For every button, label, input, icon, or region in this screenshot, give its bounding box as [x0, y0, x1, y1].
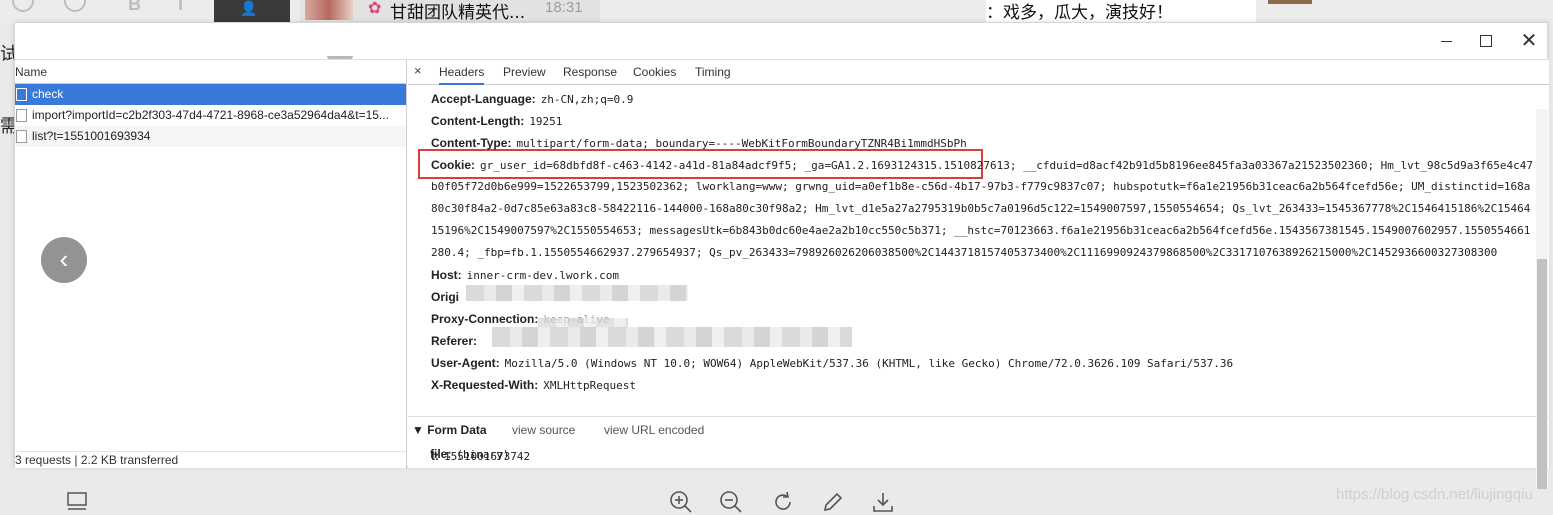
request-row[interactable]: import?importId=c2b2f303-47d4-4721-8968-…	[15, 105, 406, 126]
section-divider	[408, 416, 1549, 417]
request-name: list?t=1551001693934	[32, 129, 151, 143]
form-data-title: ▼ Form Data	[412, 423, 487, 437]
devtools-window: ✕ Name check import?importId=c2b2f303-47…	[14, 22, 1549, 489]
person-icon: 👤	[240, 0, 258, 16]
file-icon	[16, 88, 27, 101]
header-name: Host:	[431, 268, 462, 282]
cookie-line: 15196%2C1549007597%2C1550554653; message…	[431, 224, 1531, 237]
header-value: Mozilla/5.0 (Windows NT 10.0; WOW64) App…	[504, 357, 1234, 370]
tab-cookies[interactable]: Cookies	[633, 60, 676, 85]
form-data-toggle[interactable]: ▼ Form Data	[412, 423, 487, 437]
header-x-requested-with: X-Requested-With: XMLHttpRequest	[431, 378, 636, 392]
header-host: Host: inner-crm-dev.lwork.com	[431, 268, 619, 282]
network-status-bar: 3 requests | 2.2 KB transferred	[15, 451, 406, 468]
conversation-item[interactable]: ✿ 甘甜团队精英代... 18:31	[300, 0, 600, 23]
previous-image-button[interactable]: ‹	[41, 237, 87, 283]
header-name: Content-Length:	[431, 114, 525, 128]
chat-bubble: ：戏多，瓜大，演技好！	[986, 0, 1256, 23]
download-icon[interactable]	[870, 490, 896, 515]
circle-icon	[12, 0, 34, 12]
header-user-agent: User-Agent: Mozilla/5.0 (Windows NT 10.0;…	[431, 356, 1233, 370]
view-url-encoded-link[interactable]: view URL encoded	[604, 423, 704, 437]
circle-icon	[64, 0, 86, 12]
header-value: multipart/form-data; boundary=----WebKit…	[516, 137, 967, 150]
request-row[interactable]: check	[15, 84, 406, 105]
detail-tabs: × Headers Preview Response Cookies Timin…	[408, 59, 1549, 85]
header-name: Content-Type:	[431, 136, 512, 150]
field-value: (binary)	[456, 448, 510, 461]
header-name: X-Requested-With:	[431, 378, 539, 392]
tab-timing[interactable]: Timing	[695, 60, 731, 85]
watermark-text: https://blog.csdn.net/liujingqiu	[1336, 486, 1533, 503]
cookie-line: 80c30f84a2-0d7c85e63a83c8-58422116-14400…	[431, 202, 1531, 215]
request-detail-pane: × Headers Preview Response Cookies Timin…	[408, 59, 1549, 489]
view-source-link[interactable]: view source	[512, 423, 575, 437]
form-field-file-row: file: (binary)	[430, 447, 509, 461]
header-name: Cookie:	[431, 158, 476, 172]
header-name: Accept-Language:	[431, 92, 536, 106]
header-value: 19251	[529, 115, 563, 128]
italic-icon: I	[178, 0, 184, 14]
screenshot-stage: B I 👤 ✿ 甘甜团队精英代... 18:31 ：戏多，瓜大，演技好！ 试 需…	[0, 0, 1553, 515]
group-avatar	[305, 0, 353, 20]
header-origin: Origi	[431, 290, 464, 304]
header-name: Referer:	[431, 334, 478, 348]
contact-avatar[interactable]: 👤	[214, 0, 290, 22]
layout-icon[interactable]	[64, 490, 90, 515]
zoom-in-icon[interactable]	[668, 490, 694, 515]
header-value: zh-CN,zh;q=0.9	[540, 93, 634, 106]
request-name: check	[32, 87, 64, 101]
redacted-region	[466, 285, 688, 301]
file-icon	[16, 130, 27, 143]
rotate-icon[interactable]	[770, 490, 796, 515]
header-value: inner-crm-dev.lwork.com	[466, 269, 619, 282]
close-window-button[interactable]: ✕	[1517, 29, 1541, 53]
header-value: gr_user_id=68dbfd8f-c463-4142-a41d-81a84…	[480, 159, 1534, 172]
background-chat-strip: B I 👤 ✿ 甘甜团队精英代... 18:31 ：戏多，瓜大，演技好！	[0, 0, 1553, 24]
header-value: XMLHttpRequest	[543, 379, 636, 392]
bold-icon: B	[128, 0, 141, 14]
header-name: Origi	[431, 290, 460, 304]
tab-preview[interactable]: Preview	[503, 60, 546, 85]
image-thumbnail	[1268, 0, 1312, 4]
cookie-line: 280.4; _fbp=fb.1.1550554662937.279654937…	[431, 246, 1498, 259]
edit-pencil-icon[interactable]	[820, 490, 846, 515]
name-column-header[interactable]: Name	[15, 59, 406, 84]
header-name: User-Agent:	[431, 356, 500, 370]
tab-headers[interactable]: Headers	[439, 60, 485, 85]
header-cookie: Cookie: gr_user_id=68dbfd8f-c463-4142-a41…	[431, 158, 1533, 172]
conversation-title: 甘甜团队精英代...	[390, 3, 526, 23]
flower-icon: ✿	[368, 0, 382, 17]
maximize-button[interactable]	[1474, 29, 1498, 53]
header-name: Proxy-Connection:	[431, 312, 539, 326]
vertical-scrollbar[interactable]	[1536, 109, 1548, 489]
minimize-button[interactable]	[1435, 29, 1459, 53]
cookie-line: b0f05f72d0b6e999=1522653799,1523502362; …	[431, 180, 1531, 193]
request-row[interactable]: list?t=1551001693934	[15, 126, 406, 147]
header-referer: Referer:	[431, 334, 482, 348]
tab-response[interactable]: Response	[563, 60, 617, 85]
scrollbar-thumb[interactable]	[1537, 259, 1547, 489]
zoom-out-icon[interactable]	[718, 490, 744, 515]
header-content-type: Content-Type: multipart/form-data; bounda…	[431, 136, 967, 150]
file-icon	[16, 109, 27, 122]
header-accept-language: Accept-Language: zh-CN,zh;q=0.9	[431, 92, 633, 106]
header-content-length: Content-Length: 19251	[431, 114, 562, 128]
close-detail-icon[interactable]: ×	[414, 63, 422, 78]
field-name: file:	[430, 447, 452, 461]
request-name: import?importId=c2b2f303-47d4-4721-8968-…	[32, 108, 389, 122]
conversation-time: 18:31	[545, 0, 583, 16]
redacted-region	[492, 327, 852, 347]
window-titlebar: ✕	[15, 23, 1547, 60]
chat-bubble-text: ：戏多，瓜大，演技好！	[986, 3, 1173, 23]
